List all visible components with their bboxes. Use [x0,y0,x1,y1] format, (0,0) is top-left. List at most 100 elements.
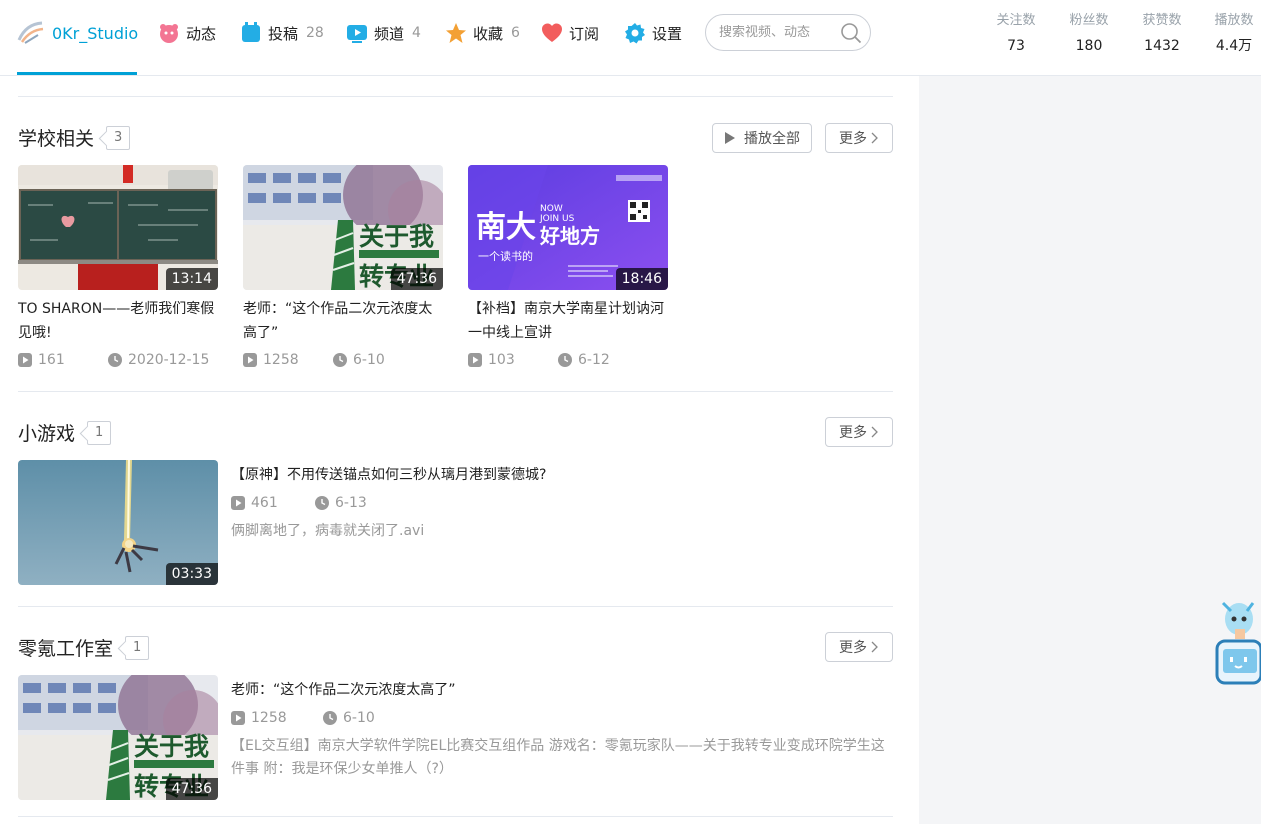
play-all-button[interactable]: 播放全部 [712,123,812,153]
clock-icon [323,711,337,725]
nav-settings[interactable]: 设置 [624,20,682,46]
right-sidebar [919,76,1261,824]
stat-likes: 获赞数 1432 [1132,12,1192,56]
nav-dynamic-label: 动态 [186,24,217,43]
user-logo[interactable]: 0Kr_Studio [16,18,138,48]
thumb-text-joinus: JOIN US [539,214,575,224]
play-count: 461 [251,495,278,511]
play-count-icon [468,353,482,367]
channel-title-minigame[interactable]: 小游戏 1 [18,419,112,446]
video-description: 【EL交互组】南京大学软件学院EL比赛交互组作品 游戏名：零氪玩家队——关于我转… [231,738,885,777]
channel-title-text: 学校相关 [18,128,95,150]
active-tab-underline [17,72,137,75]
clock-icon [333,353,347,367]
channel-count-badge: 1 [87,420,112,445]
play-count: 1258 [251,710,287,726]
video-title[interactable]: 老师：“这个作品二次元浓度太高了” [231,679,456,699]
clock-icon [108,353,122,367]
video-duration: 18:46 [615,268,668,290]
nav-uploads-count: 28 [306,25,324,41]
upload-date: 6-10 [343,710,375,726]
thumb-text-yizhi: 一个读书的 [478,249,533,263]
video-thumbnail[interactable]: 南大 NOW JOIN US 好地方 一个读书的 18:46 [468,165,668,290]
channel-title-text: 零氪工作室 [18,638,114,660]
nav-channels[interactable]: 频道 4 [346,20,421,46]
video-duration: 03:33 [165,563,218,585]
video-thumbnail[interactable]: 03:33 [18,460,218,585]
upload-date: 6-12 [578,352,610,368]
mascot-tv-icon[interactable] [1213,597,1261,689]
divider [18,606,893,607]
uploads-icon [240,22,262,44]
divider [18,391,893,392]
thumb-text-now: NOW [540,204,563,214]
video-title[interactable]: 老师：“这个作品二次元浓度太高了” [243,297,443,345]
video-thumbnail[interactable]: 关于我 转专业 47:36 [18,675,218,800]
video-title[interactable]: TO SHARON——老师我们寒假见哦! [18,297,218,345]
channel-count-badge: 1 [125,635,150,660]
video-date: 2020-12-15 [108,351,209,369]
search-box [705,14,871,51]
studio-logo-icon [17,21,44,44]
more-button-studio[interactable]: 更多 [825,632,893,662]
more-label: 更多 [839,640,867,656]
nav-favorites[interactable]: 收藏 6 [445,20,520,46]
search-icon[interactable] [840,22,862,44]
video-date: 6-10 [323,709,375,727]
top-nav: 0Kr_Studio 动态 投稿 28 频道 4 收藏 6 订阅 设置 搜索视频… [0,0,1261,76]
channel-title-school[interactable]: 学校相关 3 [18,124,131,151]
play-count-icon [243,353,257,367]
stat-fans-label: 粉丝数 [1069,13,1109,28]
stat-following[interactable]: 关注数 73 [986,12,1046,56]
video-description: 俩脚离地了，病毒就关闭了.avi [231,523,425,539]
username: 0Kr_Studio [52,23,139,43]
search-input[interactable] [719,25,829,40]
nav-uploads-label: 投稿 [268,24,299,43]
stat-likes-value: 1432 [1144,38,1180,54]
nav-channels-count: 4 [412,25,421,41]
video-plays: 161 [18,351,65,369]
nav-subscriptions[interactable]: 订阅 [541,20,599,46]
chevron-right-icon [871,426,878,438]
channel-title-studio[interactable]: 零氪工作室 1 [18,634,150,661]
video-plays: 461 [231,494,278,512]
more-button-school[interactable]: 更多 [825,123,893,153]
video-date: 6-12 [558,351,610,369]
video-plays: 1258 [231,709,287,727]
upload-date: 6-10 [353,352,385,368]
video-plays: 103 [468,351,515,369]
nav-subscriptions-label: 订阅 [569,24,600,43]
nav-settings-label: 设置 [652,24,683,43]
thumb-text-guanyu: 关于我 [359,222,434,251]
divider [18,816,893,817]
thumb-text-haodifang: 好地方 [539,224,600,248]
stat-fans-value: 180 [1075,38,1103,54]
video-title[interactable]: 【补档】南京大学南星计划讷河一中线上宣讲 [468,297,668,345]
stat-plays-value: 4.4万 [1215,38,1253,54]
play-count-icon [231,711,245,725]
video-thumbnail[interactable]: 关于我 转专业 47:36 [243,165,443,290]
video-duration: 47:36 [390,268,443,290]
video-title[interactable]: 【原神】不用传送锚点如何三秒从璃月港到蒙德城? [231,464,546,484]
video-duration: 47:36 [165,778,218,800]
subscribe-heart-icon [541,22,563,44]
video-duration: 13:14 [165,268,218,290]
favorites-star-icon [445,22,467,44]
more-button-minigame[interactable]: 更多 [825,417,893,447]
play-count: 161 [38,352,65,368]
divider [18,96,893,97]
upload-date: 2020-12-15 [128,352,210,368]
video-thumbnail[interactable]: 13:14 [18,165,218,290]
play-count: 1258 [263,352,299,368]
upload-date: 6-13 [335,495,367,511]
clock-icon [558,353,572,367]
video-date: 6-10 [333,351,385,369]
video-plays: 1258 [243,351,299,369]
dynamic-icon [158,22,180,44]
nav-dynamic[interactable]: 动态 [158,20,216,46]
chevron-right-icon [871,641,878,653]
nav-uploads[interactable]: 投稿 28 [240,20,324,46]
stat-plays: 播放数 4.4万 [1204,12,1261,56]
stat-fans[interactable]: 粉丝数 180 [1059,12,1119,56]
thumb-text-nanda: 南大 [476,210,536,245]
